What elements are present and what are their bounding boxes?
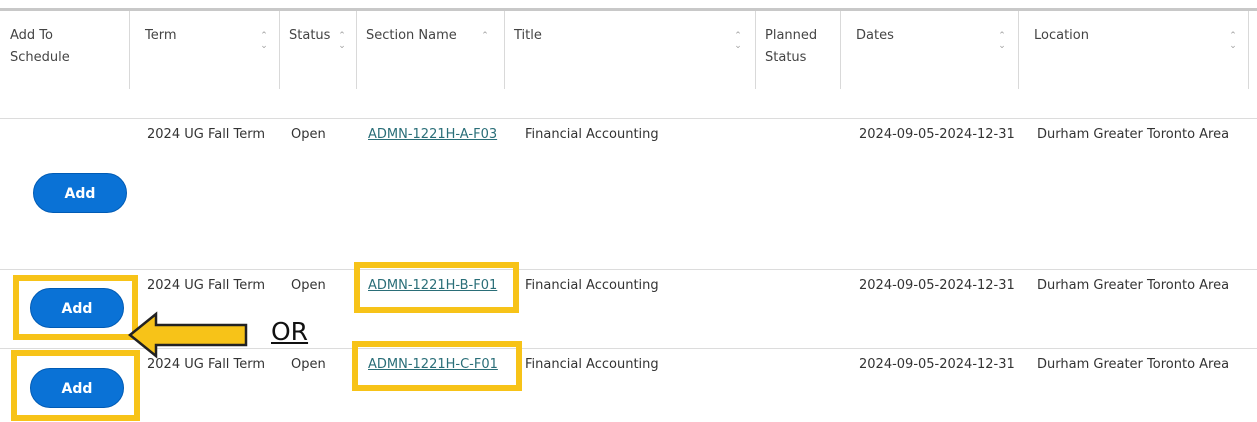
header-add-to-schedule: Add To Schedule <box>0 11 129 89</box>
header-title-label: Title <box>514 28 542 43</box>
header-planned-status: Planned Status <box>755 11 840 89</box>
sort-arrows-icon[interactable]: ⌃ ⌄ <box>337 31 347 53</box>
location-cell: Durham Greater Toronto Area <box>1037 127 1230 142</box>
header-term-label: Term <box>145 28 177 43</box>
left-arrow-icon <box>128 311 248 359</box>
header-section-name-label: Section Name <box>366 28 457 43</box>
term-cell: 2024 UG Fall Term <box>147 127 266 142</box>
section-link-highlight <box>352 341 522 391</box>
header-section-name[interactable]: Section Name ⌃ <box>356 11 504 89</box>
section-link-highlight <box>354 262 519 313</box>
row-divider <box>0 118 1257 119</box>
header-dates-label: Dates <box>856 28 894 43</box>
header-add-to-schedule-line1: Add To <box>10 28 53 43</box>
dates-cell: 2024-09-05-2024-12-31 <box>859 127 1015 142</box>
title-cell: Financial Accounting <box>525 278 659 293</box>
status-cell: Open <box>291 278 326 293</box>
status-cell: Open <box>291 357 326 372</box>
header-add-to-schedule-line2: Schedule <box>10 50 70 65</box>
header-dates[interactable]: Dates ⌃ ⌄ <box>846 11 1018 89</box>
sort-arrows-icon[interactable]: ⌃ ⌄ <box>259 31 269 53</box>
column-divider <box>1248 11 1249 89</box>
add-button-highlight <box>11 350 140 421</box>
header-term[interactable]: Term ⌃ ⌄ <box>135 11 280 89</box>
or-annotation: OR <box>271 317 309 346</box>
status-cell: Open <box>291 127 326 142</box>
term-cell: 2024 UG Fall Term <box>147 278 266 293</box>
location-cell: Durham Greater Toronto Area <box>1037 278 1230 293</box>
dates-cell: 2024-09-05-2024-12-31 <box>859 278 1015 293</box>
header-location[interactable]: Location ⌃ ⌄ <box>1024 11 1249 89</box>
header-status-label: Status <box>289 28 331 43</box>
add-button-highlight <box>13 275 138 340</box>
title-cell: Financial Accounting <box>525 357 659 372</box>
dates-cell: 2024-09-05-2024-12-31 <box>859 357 1015 372</box>
title-cell: Financial Accounting <box>525 127 659 142</box>
section-name-link[interactable]: ADMN-1221H-A-F03 <box>368 125 497 145</box>
header-planned-status-line2: Status <box>765 50 807 65</box>
location-cell: Durham Greater Toronto Area <box>1037 357 1230 372</box>
column-divider <box>1018 11 1019 89</box>
sort-arrows-icon[interactable]: ⌃ <box>480 31 490 53</box>
column-divider <box>129 11 130 89</box>
header-status[interactable]: Status ⌃ ⌄ <box>279 11 357 89</box>
sort-arrows-icon[interactable]: ⌃ ⌄ <box>733 31 743 53</box>
header-planned-status-line1: Planned <box>765 28 818 43</box>
sort-arrows-icon[interactable]: ⌃ ⌄ <box>1228 31 1238 53</box>
column-divider <box>840 11 841 89</box>
sort-arrows-icon[interactable]: ⌃ ⌄ <box>997 31 1007 53</box>
header-title[interactable]: Title ⌃ ⌄ <box>504 11 755 89</box>
row-divider <box>0 269 1257 270</box>
header-location-label: Location <box>1034 28 1089 43</box>
add-button[interactable]: Add <box>33 173 127 213</box>
